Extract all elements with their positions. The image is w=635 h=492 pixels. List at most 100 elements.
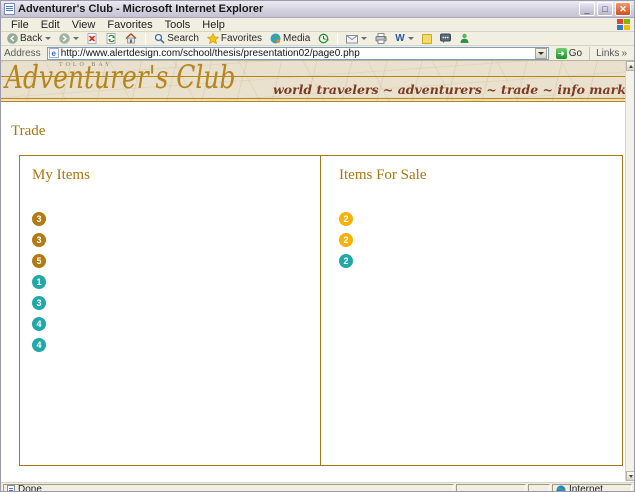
menu-edit[interactable]: Edit: [35, 19, 66, 31]
security-zone-pane: Internet: [552, 484, 632, 492]
status-page-icon: [7, 485, 15, 492]
print-icon: [375, 33, 387, 44]
discuss-icon: [440, 33, 451, 44]
address-label: Address: [4, 48, 43, 59]
media-globe-icon: [270, 33, 281, 44]
status-empty-pane: [456, 484, 526, 492]
my-items-panel: My Items 3 3 5 1 3 4 4: [20, 156, 321, 465]
menu-tools[interactable]: Tools: [159, 19, 197, 31]
media-button[interactable]: Media: [268, 32, 312, 45]
status-empty-pane: [528, 484, 550, 492]
standard-buttons-toolbar: Back Search Favorites Media: [1, 32, 634, 46]
address-url: http://www.alertdesign.com/school/thesis…: [61, 48, 533, 59]
discuss-button[interactable]: [438, 32, 453, 45]
messenger-icon: [459, 33, 470, 44]
menu-view[interactable]: View: [66, 19, 102, 31]
status-bar: Done Internet: [1, 481, 634, 492]
favorites-star-icon: [207, 33, 219, 44]
mail-button[interactable]: [344, 32, 369, 45]
scroll-down-button[interactable]: [626, 471, 634, 481]
go-button[interactable]: ➜ Go: [553, 47, 585, 60]
search-label: Search: [167, 33, 199, 44]
site-title: Adventurer's Club: [5, 61, 235, 96]
menu-favorites[interactable]: Favorites: [101, 19, 158, 31]
media-label: Media: [283, 33, 310, 44]
back-label: Back: [20, 33, 42, 44]
address-input[interactable]: e http://www.alertdesign.com/school/thes…: [47, 47, 549, 60]
scroll-up-button[interactable]: [626, 61, 634, 71]
favorites-button[interactable]: Favorites: [205, 32, 264, 45]
site-header: TOLO BAY Adventurer's Club world travele…: [1, 61, 627, 102]
menu-help[interactable]: Help: [196, 19, 231, 31]
toolbar-separator: [145, 33, 146, 45]
close-button[interactable]: ✕: [615, 2, 631, 16]
refresh-icon: [106, 33, 117, 44]
status-message-pane: Done: [3, 484, 454, 492]
search-icon: [154, 33, 165, 44]
home-icon: [125, 33, 137, 44]
item-count-badge[interactable]: 3: [32, 233, 46, 247]
edit-dropdown-icon[interactable]: [408, 37, 414, 40]
address-bar: Address e http://www.alertdesign.com/sch…: [1, 46, 634, 61]
browser-window: Adventurer's Club - Microsoft Internet E…: [0, 0, 635, 492]
notes-icon: [422, 34, 432, 44]
internet-globe-icon: [556, 485, 566, 492]
edit-button[interactable]: W: [393, 32, 415, 45]
links-menu[interactable]: Links »: [589, 47, 631, 60]
minimize-button[interactable]: _: [579, 2, 595, 16]
item-count-badge[interactable]: 2: [339, 233, 353, 247]
status-text: Done: [18, 484, 42, 492]
menu-file[interactable]: File: [5, 19, 35, 31]
history-button[interactable]: [316, 32, 331, 45]
print-button[interactable]: [373, 32, 389, 45]
go-arrow-icon: ➜: [556, 48, 567, 59]
notes-button[interactable]: [420, 32, 434, 45]
maximize-button[interactable]: □: [597, 2, 613, 16]
items-for-sale-list: 2 2 2: [339, 212, 622, 268]
title-bar: Adventurer's Club - Microsoft Internet E…: [1, 1, 634, 18]
item-count-badge[interactable]: 4: [32, 338, 46, 352]
links-overflow-chevron: »: [621, 48, 627, 59]
menu-bar: File Edit View Favorites Tools Help: [1, 18, 634, 32]
item-count-badge[interactable]: 5: [32, 254, 46, 268]
page-content: TOLO BAY Adventurer's Club world travele…: [1, 61, 634, 481]
address-dropdown-button[interactable]: [535, 48, 547, 59]
item-count-badge[interactable]: 1: [32, 275, 46, 289]
back-dropdown-icon[interactable]: [45, 37, 51, 40]
item-count-badge[interactable]: 3: [32, 212, 46, 226]
stop-icon: [87, 33, 98, 44]
refresh-button[interactable]: [104, 32, 119, 45]
item-count-badge[interactable]: 3: [32, 296, 46, 310]
messenger-button[interactable]: [457, 32, 472, 45]
item-count-badge[interactable]: 2: [339, 212, 353, 226]
forward-button[interactable]: [57, 32, 81, 45]
item-count-badge[interactable]: 4: [32, 317, 46, 331]
toolbar-separator: [337, 33, 338, 45]
forward-arrow-icon: [59, 33, 70, 44]
trade-heading: Trade: [11, 123, 45, 140]
favorites-label: Favorites: [221, 33, 262, 44]
back-arrow-icon: [7, 33, 18, 44]
stop-button[interactable]: [85, 32, 100, 45]
items-for-sale-panel: Items For Sale 2 2 2: [321, 156, 622, 465]
my-items-list: 3 3 5 1 3 4 4: [32, 212, 320, 352]
forward-dropdown-icon[interactable]: [73, 37, 79, 40]
site-tagline: world travelers ~ adventurers ~ trade ~ …: [273, 82, 553, 97]
search-button[interactable]: Search: [152, 32, 201, 45]
vertical-scrollbar[interactable]: [625, 61, 634, 481]
items-for-sale-title: Items For Sale: [339, 167, 622, 184]
header-rule-bottom: [1, 98, 627, 99]
home-button[interactable]: [123, 32, 139, 45]
edit-word-icon: W: [395, 33, 404, 44]
mail-dropdown-icon[interactable]: [361, 37, 367, 40]
zone-label: Internet: [569, 484, 603, 492]
item-count-badge[interactable]: 2: [339, 254, 353, 268]
back-button[interactable]: Back: [5, 32, 53, 45]
window-title: Adventurer's Club - Microsoft Internet E…: [18, 3, 579, 15]
trade-panels: My Items 3 3 5 1 3 4 4 Items For Sale 2 2 2: [19, 155, 623, 466]
window-page-icon: [4, 3, 15, 15]
windows-logo-icon: [617, 19, 630, 31]
my-items-title: My Items: [32, 167, 320, 184]
history-icon: [318, 33, 329, 44]
mail-icon: [346, 34, 358, 44]
